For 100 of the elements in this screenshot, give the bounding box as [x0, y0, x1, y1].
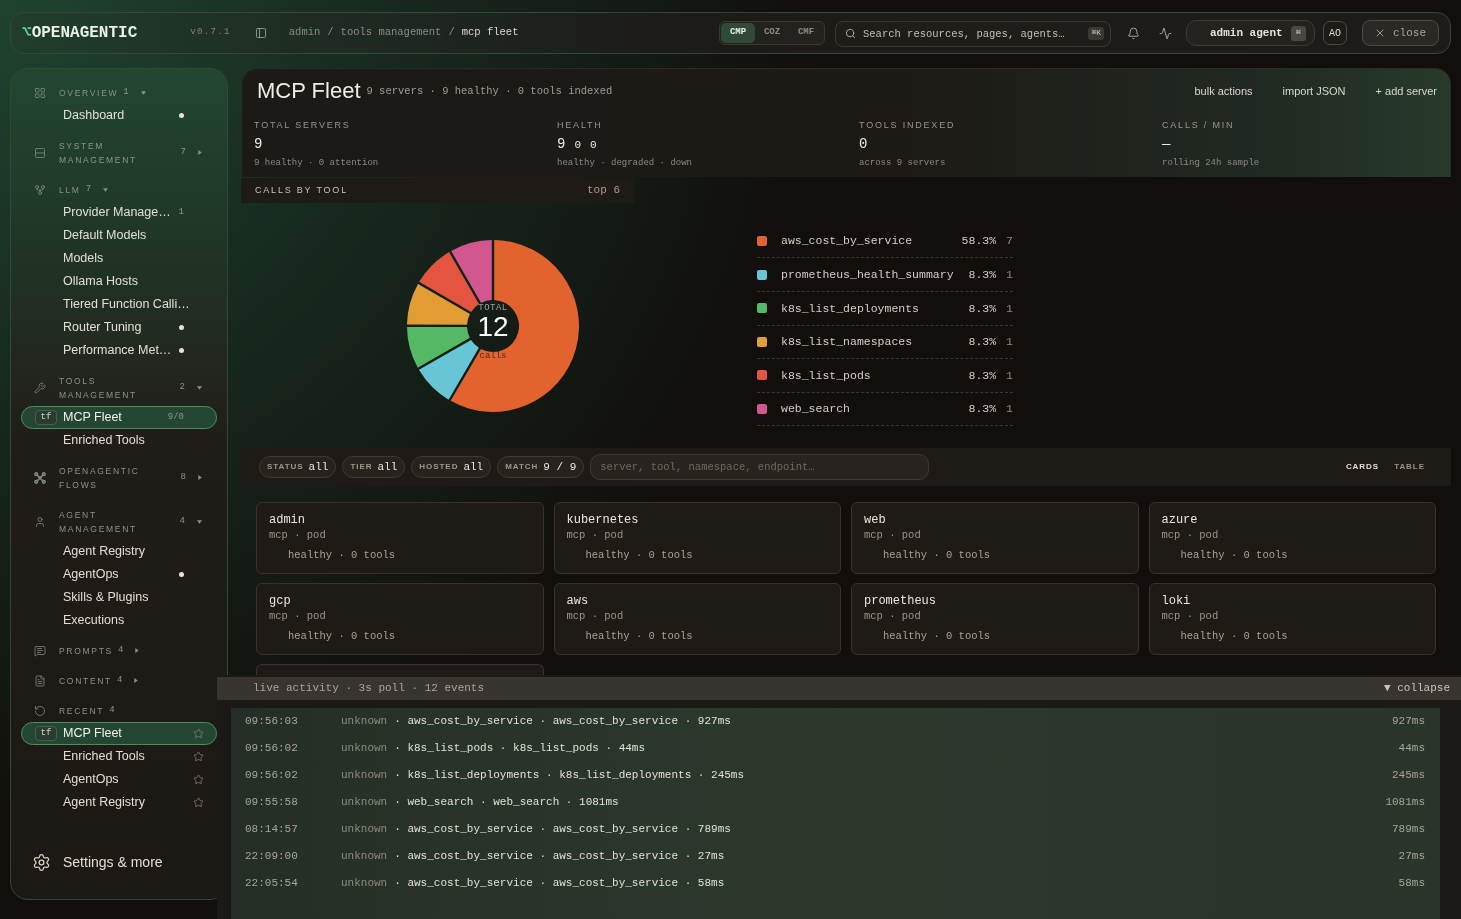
- event-source: unknown: [341, 795, 388, 811]
- nav-item[interactable]: Dashboard: [21, 104, 217, 127]
- section-toggle[interactable]: PROMPTS 4: [21, 639, 217, 662]
- event-time: 22:05:54: [245, 876, 299, 892]
- legend-label: k8s_list_namespaces: [781, 334, 913, 351]
- nav-item[interactable]: Skills & Plugins: [21, 586, 217, 609]
- section-toggle[interactable]: OVERVIEW 1: [21, 81, 217, 104]
- star-icon[interactable]: [193, 728, 204, 739]
- event-duration: 927ms: [1392, 714, 1425, 730]
- star-icon[interactable]: [193, 751, 204, 762]
- nav-item[interactable]: Agent Registry: [21, 540, 217, 563]
- nav-item[interactable]: Executions: [21, 609, 217, 632]
- event-source: unknown: [341, 876, 388, 892]
- section-toggle[interactable]: SYSTEM MANAGEMENT 7: [21, 134, 217, 171]
- section-toggle[interactable]: AGENT MANAGEMENT 4: [21, 503, 217, 540]
- user-menu-button[interactable]: admin agent ⌘: [1186, 20, 1315, 46]
- initials-button[interactable]: AO: [1323, 21, 1347, 45]
- legend-label: k8s_list_deployments: [781, 300, 920, 317]
- server-meta: mcp · pod: [1161, 528, 1219, 542]
- filter-chip[interactable]: HOSTED all: [411, 456, 492, 478]
- stat-label: TOTAL SERVERS: [254, 120, 351, 130]
- stat-note: 9 healthy · 0 attention: [254, 158, 379, 168]
- nav-item[interactable]: AgentOps: [21, 768, 217, 791]
- add-server-button[interactable]: + add server: [1375, 82, 1437, 100]
- server-card[interactable]: kubernetes mcp · pod healthy · 0 tools: [553, 502, 841, 574]
- shortcut-key: ⌘: [1290, 25, 1306, 41]
- nav-item[interactable]: Models: [21, 247, 217, 270]
- import-json-button[interactable]: import JSON: [1282, 82, 1346, 100]
- legend-label: k8s_list_pods: [781, 367, 871, 384]
- section-toggle[interactable]: LLM 7: [21, 178, 217, 201]
- close-button[interactable]: close: [1362, 20, 1439, 46]
- view-tab[interactable]: TABLE: [1394, 461, 1425, 473]
- nav-item[interactable]: Provider Manage… 1: [21, 201, 217, 224]
- legend-count: 1: [1006, 367, 1013, 384]
- nav-item[interactable]: Tiered Function Calli…: [21, 293, 217, 316]
- bulk-actions-button[interactable]: bulk actions: [1194, 82, 1253, 100]
- event-detail: · web_search · web_search · 1081ms: [394, 795, 619, 811]
- server-card[interactable]: loki mcp · pod healthy · 0 tools: [1148, 583, 1436, 655]
- event-time: 09:56:02: [245, 741, 299, 757]
- event-detail: · aws_cost_by_service · aws_cost_by_service · 58ms: [394, 876, 725, 892]
- event-time: 09:55:58: [245, 795, 299, 811]
- section-toggle[interactable]: CONTENT 4: [21, 669, 217, 692]
- settings-button[interactable]: Settings & more: [21, 848, 217, 876]
- fork-icon: [34, 183, 46, 196]
- event-detail: · k8s_list_pods · k8s_list_pods · 44ms: [394, 741, 646, 757]
- view-tab[interactable]: CARDS: [1345, 461, 1380, 473]
- server-meta: mcp · pod: [1161, 609, 1219, 623]
- event-duration: 27ms: [1398, 849, 1425, 865]
- pulse-icon[interactable]: [1159, 26, 1172, 40]
- section-toggle[interactable]: TOOLS MANAGEMENT 2: [21, 369, 217, 406]
- density-option[interactable]: CMP: [721, 23, 755, 43]
- section-toggle[interactable]: RECENT 4: [21, 699, 217, 722]
- nav-item[interactable]: Ollama Hosts: [21, 270, 217, 293]
- server-card[interactable]: prometheus mcp · pod healthy · 0 tools: [851, 583, 1139, 655]
- nav-item[interactable]: Agent Registry: [21, 791, 217, 814]
- collapse-button[interactable]: ▼ collapse: [1384, 680, 1450, 697]
- nav-item[interactable]: Performance Met…: [21, 339, 217, 362]
- logo[interactable]: ⌥OPENAGENTIC: [22, 21, 138, 45]
- legend-percent: 58.3%: [960, 233, 997, 250]
- density-option[interactable]: CMF: [789, 23, 823, 43]
- filter-search-field[interactable]: server, tool, namespace, endpoint…: [590, 454, 930, 480]
- item-tag: tf: [35, 410, 57, 425]
- event-duration: 245ms: [1392, 768, 1425, 784]
- breadcrumb-link[interactable]: admin: [288, 25, 321, 41]
- server-card[interactable]: web mcp · pod healthy · 0 tools: [851, 502, 1139, 574]
- star-icon[interactable]: [193, 797, 204, 808]
- breadcrumb-link[interactable]: mcp fleet: [461, 25, 519, 41]
- stat-label: HEALTH: [557, 120, 603, 130]
- nav-item[interactable]: tf MCP Fleet 9/0: [21, 406, 217, 429]
- bell-icon[interactable]: [1127, 26, 1140, 40]
- document-icon: [34, 674, 46, 687]
- server-card[interactable]: admin mcp · pod healthy · 0 tools: [256, 502, 544, 574]
- stat-value: 0: [574, 138, 581, 153]
- donut-total-label: TOTAL: [478, 302, 508, 313]
- nav-item[interactable]: Router Tuning: [21, 316, 217, 339]
- server-meta: mcp · pod: [269, 609, 326, 623]
- nav-item[interactable]: Enriched Tools: [21, 745, 217, 768]
- filter-chip[interactable]: MATCH 9 / 9: [497, 456, 585, 478]
- nav-item[interactable]: Default Models: [21, 224, 217, 247]
- server-card[interactable]: azure mcp · pod healthy · 0 tools: [1148, 502, 1436, 574]
- breadcrumb-link[interactable]: tools management: [340, 25, 442, 41]
- nav-item[interactable]: Enriched Tools: [21, 429, 217, 452]
- event-source: unknown: [341, 768, 388, 784]
- star-icon[interactable]: [193, 774, 204, 785]
- nav-item[interactable]: tf MCP Fleet: [21, 722, 217, 745]
- cross-nodes-icon: [34, 471, 46, 484]
- event-detail: · k8s_list_deployments · k8s_list_deployments · 245ms: [394, 768, 745, 784]
- user-icon: [34, 515, 46, 528]
- server-name: admin: [269, 512, 305, 528]
- server-card[interactable]: aws mcp · pod healthy · 0 tools: [553, 583, 841, 655]
- panel-icon[interactable]: [254, 27, 267, 39]
- event-source: unknown: [341, 822, 388, 838]
- server-status: healthy · 0 tools: [1180, 548, 1288, 562]
- filter-chip[interactable]: TIER all: [342, 456, 406, 478]
- density-option[interactable]: COZ: [755, 23, 789, 43]
- nav-item[interactable]: AgentOps: [21, 563, 217, 586]
- legend-percent: 8.3%: [967, 367, 997, 384]
- server-card[interactable]: gcp mcp · pod healthy · 0 tools: [256, 583, 544, 655]
- section-toggle[interactable]: OPENAGENTIC FLOWS 8: [21, 459, 217, 496]
- filter-chip[interactable]: STATUS all: [259, 456, 337, 478]
